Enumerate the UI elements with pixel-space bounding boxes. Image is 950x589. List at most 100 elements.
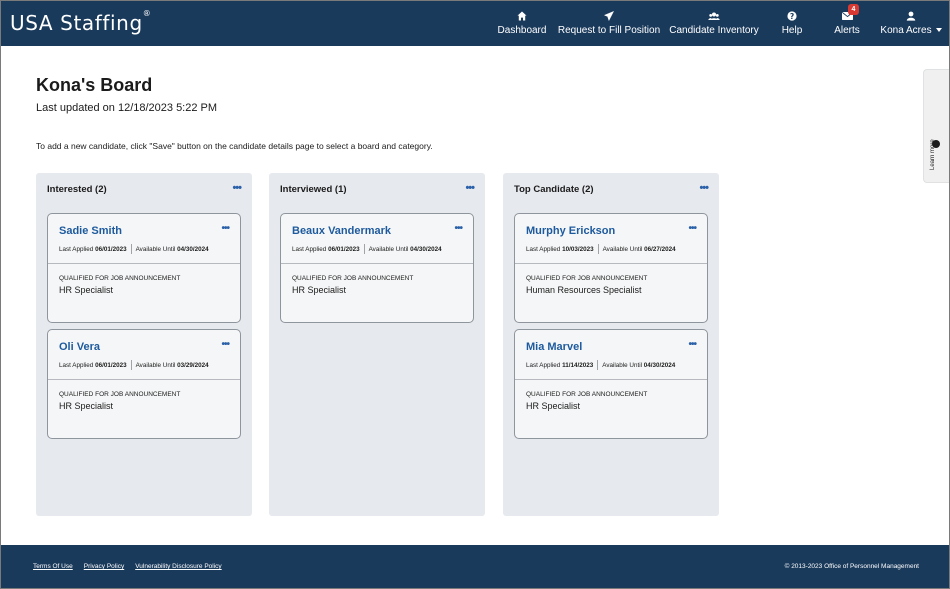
qualified-label: QUALIFIED FOR JOB ANNOUNCEMENT [526, 275, 648, 282]
nav-user-menu[interactable]: Kona Acres [879, 1, 943, 46]
last-applied-date: 10/03/2023 [562, 245, 594, 253]
terms-of-use-link[interactable]: Terms Of Use [33, 563, 73, 570]
question-circle-icon: ? [786, 10, 798, 22]
column-more-options-icon[interactable]: ••• [465, 182, 475, 194]
logo-text: USA Staffing [10, 11, 143, 35]
date-separator [597, 244, 599, 254]
candidate-card[interactable]: Beaux Vandermark ••• Last Applied 06/01/… [280, 213, 474, 323]
card-divider [48, 263, 240, 264]
candidate-name-link[interactable]: Murphy Erickson [526, 225, 615, 237]
last-applied-label: Last Applied [526, 361, 561, 369]
candidate-card[interactable]: Mia Marvel ••• Last Applied 11/14/2023 A… [514, 329, 708, 439]
last-applied-label: Last Applied [292, 245, 327, 253]
column-title: Top Candidate (2) [514, 184, 594, 195]
nav-request-label: Request to Fill Position [557, 25, 661, 36]
candidate-dates: Last Applied 10/03/2023 Available Until … [526, 244, 676, 254]
vulnerability-disclosure-link[interactable]: Vulnerability Disclosure Policy [135, 563, 221, 570]
user-name: Kona Acres [880, 25, 932, 36]
job-announcement: HR Specialist [59, 401, 114, 411]
card-divider [515, 379, 707, 380]
candidate-dates: Last Applied 06/01/2023 Available Until … [292, 244, 442, 254]
candidate-dates: Last Applied 06/01/2023 Available Until … [59, 244, 209, 254]
last-applied-label: Last Applied [59, 361, 94, 369]
top-header: USA Staffing® Dashboard Request to Fill … [1, 1, 949, 46]
candidate-dates: Last Applied 06/01/2023 Available Until … [59, 360, 209, 370]
date-separator [597, 360, 599, 370]
available-until-label: Available Until [368, 245, 409, 253]
nav-alerts-label: Alerts [834, 25, 860, 36]
card-divider [48, 379, 240, 380]
available-until-label: Available Until [602, 361, 643, 369]
board-column-interviewed: Interviewed (1) ••• Beaux Vandermark •••… [269, 173, 485, 516]
card-divider [515, 263, 707, 264]
info-circle-icon [932, 140, 940, 148]
page-footer: Terms Of Use Privacy Policy Vulnerabilit… [1, 545, 949, 588]
user-icon [905, 10, 917, 22]
candidate-card[interactable]: Sadie Smith ••• Last Applied 06/01/2023 … [47, 213, 241, 323]
qualified-label: QUALIFIED FOR JOB ANNOUNCEMENT [292, 275, 414, 282]
available-until-date: 04/30/2024 [410, 245, 442, 253]
last-applied-date: 06/01/2023 [95, 245, 127, 253]
column-more-options-icon[interactable]: ••• [699, 182, 709, 194]
available-until-label: Available Until [135, 245, 176, 253]
available-until-date: 03/29/2024 [177, 361, 209, 369]
paper-plane-icon [603, 10, 615, 22]
nav-candidate-inventory[interactable]: Candidate Inventory [669, 1, 759, 46]
nav-dashboard-label: Dashboard [497, 25, 547, 36]
column-more-options-icon[interactable]: ••• [232, 182, 242, 194]
nav-dashboard[interactable]: Dashboard [497, 1, 547, 46]
nav-alerts[interactable]: 4 Alerts [827, 1, 867, 46]
nav-candidate-inventory-label: Candidate Inventory [669, 25, 759, 36]
last-applied-date: 11/14/2023 [562, 361, 594, 369]
last-applied-date: 06/01/2023 [95, 361, 127, 369]
card-more-options-icon[interactable]: ••• [221, 223, 229, 234]
chevron-down-icon [935, 28, 942, 33]
card-more-options-icon[interactable]: ••• [688, 223, 696, 234]
nav-request-to-fill-position[interactable]: Request to Fill Position [557, 1, 661, 46]
candidate-name-link[interactable]: Oli Vera [59, 341, 100, 353]
available-until-date: 04/30/2024 [177, 245, 209, 253]
qualified-label: QUALIFIED FOR JOB ANNOUNCEMENT [526, 391, 648, 398]
instructions-text: To add a new candidate, click "Save" but… [36, 141, 433, 151]
alerts-count-badge: 4 [848, 4, 859, 15]
last-applied-label: Last Applied [59, 245, 94, 253]
users-icon [708, 10, 720, 22]
job-announcement: HR Specialist [526, 401, 581, 411]
card-divider [281, 263, 473, 264]
home-icon [516, 10, 528, 22]
job-announcement: HR Specialist [59, 285, 114, 295]
last-updated-text: Last updated on 12/18/2023 5:22 PM [36, 102, 218, 114]
available-until-label: Available Until [135, 361, 176, 369]
available-until-date: 04/30/2024 [643, 361, 676, 369]
date-separator [130, 360, 132, 370]
learn-more-tab[interactable]: Learn more [923, 69, 949, 183]
card-more-options-icon[interactable]: ••• [221, 339, 229, 350]
nav-help-label: Help [781, 25, 803, 36]
nav-help[interactable]: ? Help [775, 1, 809, 46]
registered-mark: ® [142, 9, 152, 19]
date-separator [363, 244, 365, 254]
usa-staffing-logo[interactable]: USA Staffing® [10, 9, 152, 35]
candidate-card[interactable]: Murphy Erickson ••• Last Applied 10/03/2… [514, 213, 708, 323]
available-until-label: Available Until [602, 245, 643, 253]
last-applied-date: 06/01/2023 [328, 245, 360, 253]
job-announcement: HR Specialist [292, 285, 347, 295]
copyright-text: © 2013-2023 Office of Personnel Manageme… [784, 563, 919, 570]
app-frame: USA Staffing® Dashboard Request to Fill … [0, 0, 950, 589]
last-applied-label: Last Applied [526, 245, 561, 253]
privacy-policy-link[interactable]: Privacy Policy [84, 563, 124, 570]
candidate-name-link[interactable]: Mia Marvel [526, 341, 582, 353]
card-more-options-icon[interactable]: ••• [688, 339, 696, 350]
card-more-options-icon[interactable]: ••• [454, 223, 462, 234]
candidate-card[interactable]: Oli Vera ••• Last Applied 06/01/2023 Ava… [47, 329, 241, 439]
candidate-name-link[interactable]: Sadie Smith [59, 225, 122, 237]
candidate-name-link[interactable]: Beaux Vandermark [292, 225, 391, 237]
svg-text:?: ? [790, 12, 794, 21]
column-title: Interviewed (1) [280, 184, 347, 195]
qualified-label: QUALIFIED FOR JOB ANNOUNCEMENT [59, 391, 181, 398]
board-column-interested: Interested (2) ••• Sadie Smith ••• Last … [36, 173, 252, 516]
candidate-dates: Last Applied 11/14/2023 Available Until … [526, 360, 675, 370]
footer-links: Terms Of Use Privacy Policy Vulnerabilit… [33, 563, 222, 570]
page-title: Kona's Board [36, 75, 153, 95]
available-until-date: 06/27/2024 [644, 245, 676, 253]
